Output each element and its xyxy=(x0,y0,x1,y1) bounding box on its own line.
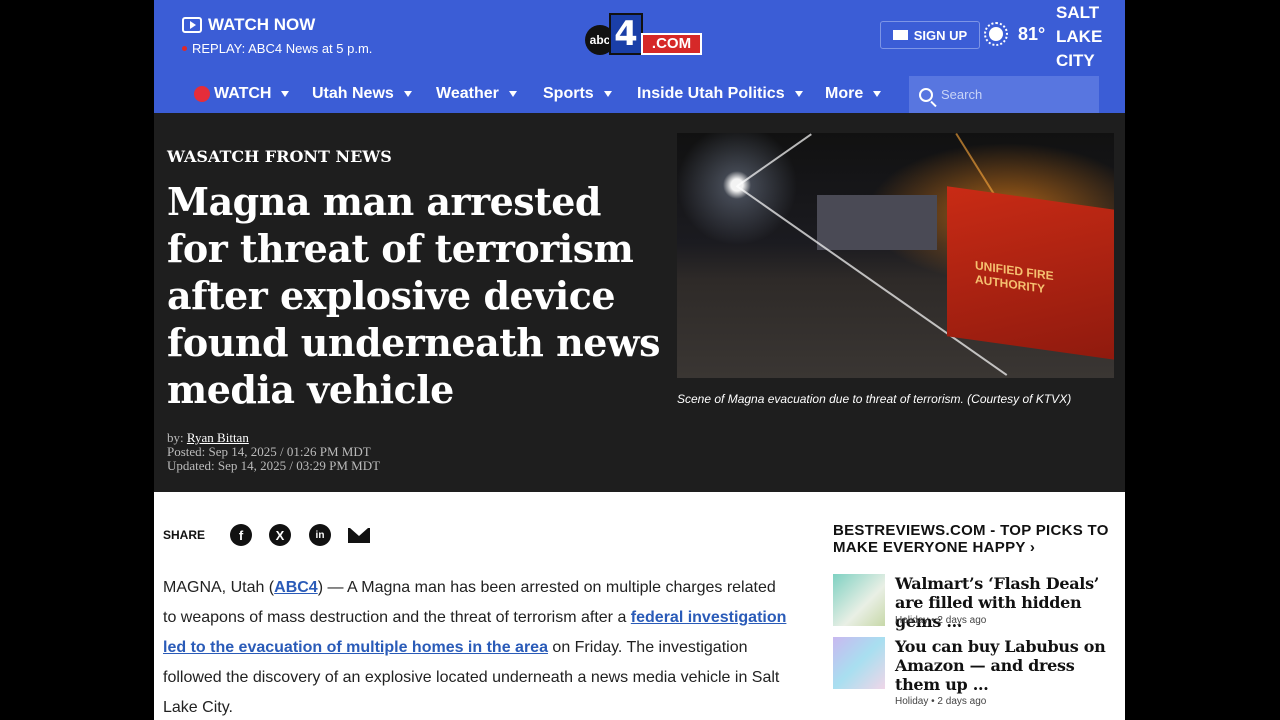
email-icon[interactable] xyxy=(348,528,370,543)
city-line: LAKE xyxy=(1056,27,1103,46)
live-icon xyxy=(194,86,210,102)
nav-item-utah-news[interactable]: Utah News xyxy=(312,85,412,103)
replay-link[interactable]: REPLAY: ABC4 News at 5 p.m. xyxy=(182,41,372,56)
truck-text: UNIFIED FIRE AUTHORITY xyxy=(975,258,1054,296)
replay-label: REPLAY: ABC4 News at 5 p.m. xyxy=(192,41,373,56)
city-name: SALT LAKE CITY xyxy=(1056,1,1116,73)
nav-label: Utah News xyxy=(312,85,394,102)
article-photo[interactable]: UNIFIED FIRE AUTHORITY xyxy=(677,133,1114,378)
city-line: SALT xyxy=(1056,3,1100,22)
nav-label: More xyxy=(825,85,864,102)
weather-widget[interactable]: 81° xyxy=(984,22,1045,46)
chevron-down-icon xyxy=(281,91,290,97)
sidebar-card[interactable]: Walmart’s ‘Flash Deals’ are filled with … xyxy=(833,574,1123,634)
card-meta: Holiday • 2 days ago xyxy=(895,615,987,626)
chevron-down-icon xyxy=(603,91,612,97)
share-label: SHARE xyxy=(163,528,206,542)
chevron-down-icon xyxy=(794,91,803,97)
article-body: MAGNA, Utah (ABC4) — A Magna man has bee… xyxy=(163,573,793,720)
light-flare xyxy=(737,133,812,187)
card-age: 2 days ago xyxy=(937,615,987,626)
chevron-down-icon xyxy=(873,91,882,97)
sidebar-title[interactable]: BESTREVIEWS.COM - TOP PICKS TO MAKE EVER… xyxy=(833,522,1123,556)
logo-domain: .COM xyxy=(641,33,702,55)
linkedin-icon[interactable]: in xyxy=(309,524,331,546)
page: WATCH NOW REPLAY: ABC4 News at 5 p.m. ab… xyxy=(154,0,1125,720)
envelope-icon xyxy=(892,30,908,40)
nav-item-inside-utah-politics[interactable]: Inside Utah Politics xyxy=(637,85,803,103)
sign-up-label: SIGN UP xyxy=(913,27,968,43)
updated-date: Updated: Sep 14, 2025 / 03:29 PM MDT xyxy=(167,458,381,473)
search-placeholder: Search xyxy=(941,87,983,102)
facebook-icon[interactable]: f xyxy=(230,524,252,546)
search-icon xyxy=(919,87,933,102)
nav-label: Sports xyxy=(543,85,594,102)
card-age: 2 days ago xyxy=(937,696,987,707)
article-hero: WASATCH FRONT NEWS Magna man arrested fo… xyxy=(154,113,1125,492)
chevron-down-icon xyxy=(508,91,517,97)
fire-truck: UNIFIED FIRE AUTHORITY xyxy=(947,186,1114,360)
sidebar-card[interactable]: You can buy Labubus on Amazon — and dres… xyxy=(833,637,1123,707)
nav-label: WATCH xyxy=(214,85,272,102)
search-input[interactable]: Search xyxy=(909,76,1099,113)
section-kicker[interactable]: WASATCH FRONT NEWS xyxy=(167,147,392,166)
temperature: 81° xyxy=(1018,23,1046,44)
nav-item-sports[interactable]: Sports xyxy=(543,85,612,103)
body-text: MAGNA, Utah ( xyxy=(163,579,275,596)
x-icon[interactable]: X xyxy=(269,524,291,546)
house-shape xyxy=(817,195,937,250)
nav-item-more[interactable]: More xyxy=(825,85,882,103)
byline: by: Ryan Bittan Posted: Sep 14, 2025 / 0… xyxy=(167,431,380,473)
logo-number: 4 xyxy=(609,13,643,55)
card-thumbnail xyxy=(833,574,885,626)
site-logo[interactable]: abc 4 .COM xyxy=(585,13,703,57)
chevron-down-icon xyxy=(403,91,412,97)
card-category: Holiday xyxy=(895,615,929,626)
main-nav: WATCH Utah News Weather Sports Inside Ut… xyxy=(154,76,1125,113)
nav-item-watch[interactable]: WATCH xyxy=(194,85,290,103)
by-prefix: by: xyxy=(167,430,184,445)
nav-label: Weather xyxy=(436,85,499,102)
card-thumbnail xyxy=(833,637,885,689)
top-bar: WATCH NOW REPLAY: ABC4 News at 5 p.m. ab… xyxy=(154,0,1125,113)
sun-icon xyxy=(984,22,1008,46)
card-title: You can buy Labubus on Amazon — and dres… xyxy=(895,637,1106,694)
article-headline: Magna man arrested for threat of terrori… xyxy=(167,179,661,412)
author-link[interactable]: Ryan Bittan xyxy=(187,430,249,445)
photo-caption: Scene of Magna evacuation due to threat … xyxy=(677,392,1072,406)
watch-now-label: WATCH NOW xyxy=(208,15,316,34)
card-meta: Holiday • 2 days ago xyxy=(895,696,987,707)
posted-date: Posted: Sep 14, 2025 / 01:26 PM MDT xyxy=(167,444,371,459)
nav-item-weather[interactable]: Weather xyxy=(436,85,517,103)
watch-now-link[interactable]: WATCH NOW xyxy=(182,15,315,35)
nav-label: Inside Utah Politics xyxy=(637,85,785,102)
tv-icon xyxy=(182,17,202,33)
city-line: CITY xyxy=(1056,51,1095,70)
live-dot-icon xyxy=(182,46,187,51)
abc4-link[interactable]: ABC4 xyxy=(274,579,318,596)
card-category: Holiday xyxy=(895,696,929,707)
sign-up-button[interactable]: SIGN UP xyxy=(880,21,980,49)
